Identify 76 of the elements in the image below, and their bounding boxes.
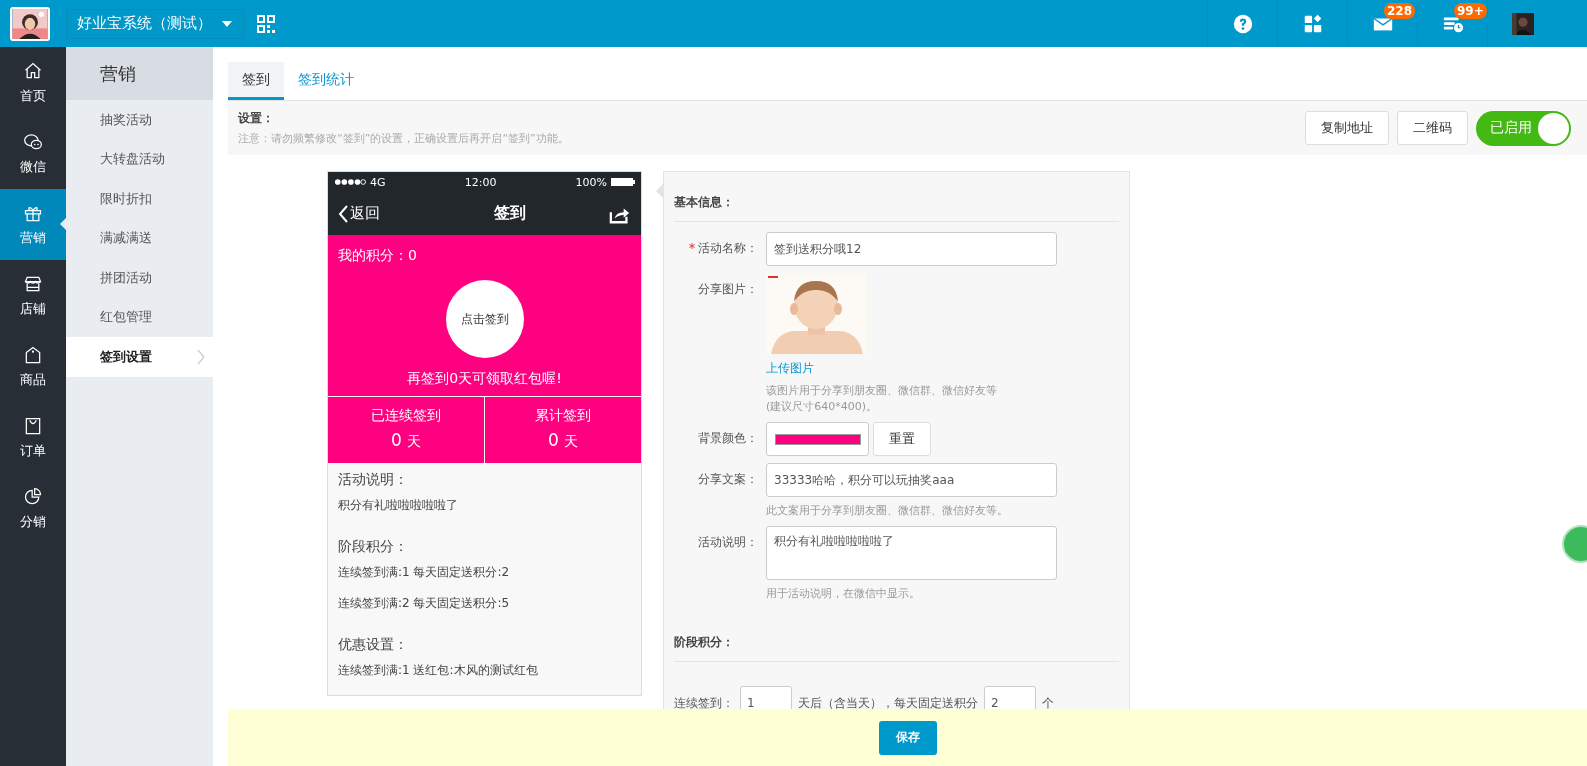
- tab[interactable]: 签到统计: [284, 62, 368, 100]
- nav-item[interactable]: 店铺: [0, 260, 66, 331]
- field-label: 活动名称：: [674, 232, 766, 266]
- field-label: 分享文案：: [697, 471, 759, 488]
- checkin-button[interactable]: 点击签到: [445, 280, 524, 358]
- submenu-item[interactable]: 签到设置: [66, 337, 213, 377]
- floating-button-icon[interactable]: [1561, 525, 1587, 563]
- page-title: 签到: [493, 203, 526, 224]
- section-title: 阶段积分：: [338, 538, 409, 556]
- tab[interactable]: 签到: [228, 62, 284, 100]
- signal-icon: [334, 178, 366, 186]
- battery-icon: [611, 178, 635, 186]
- help-text: 该图片用于分享到朋友圈、微信群、微信好友等: [766, 383, 997, 399]
- network-label: 4G: [370, 175, 386, 189]
- help-text: (建议尺寸640*400)。: [766, 399, 879, 415]
- nav-item[interactable]: 订单: [0, 402, 66, 473]
- help-icon[interactable]: [1231, 12, 1254, 35]
- points-label: 我的积分：0: [338, 247, 418, 265]
- field-label: 背景颜色：: [697, 430, 759, 447]
- settings-title: 设置：: [238, 110, 275, 127]
- submenu-title: 营销: [66, 47, 213, 100]
- submenu-item[interactable]: 满减满送: [66, 218, 213, 258]
- count-badge: 228: [1384, 3, 1416, 19]
- nav-item[interactable]: 营销: [0, 189, 66, 260]
- section-title: 活动说明：: [338, 471, 409, 489]
- section-heading: 基本信息：: [674, 180, 1119, 222]
- input-field[interactable]: 签到送积分哦12: [766, 232, 1057, 266]
- submenu-item[interactable]: 大转盘活动: [66, 139, 213, 179]
- caret-icon: [222, 20, 232, 27]
- stat-value: 0 天: [390, 430, 422, 451]
- promo-text: 再签到0天可领取红包喔!: [406, 370, 563, 388]
- section-text: 连续签到满:2 每天固定送积分:5: [338, 595, 511, 612]
- home-icon: [23, 60, 43, 81]
- nav-item[interactable]: 分销: [0, 473, 66, 544]
- section-heading: 阶段积分：: [674, 620, 1119, 662]
- section-text: 连续签到满:1 送红包:木风的测试红包: [338, 662, 539, 679]
- input-field[interactable]: 1: [740, 686, 792, 709]
- section-title: 优惠设置：: [338, 636, 409, 654]
- stat-label: 累计签到: [535, 407, 591, 425]
- system-name: 好业宝系统（测试）: [77, 14, 212, 33]
- field-label: 天后（含当天），每天固定送积分: [798, 694, 978, 709]
- color-picker[interactable]: [766, 422, 869, 456]
- text-area[interactable]: 积分有礼啦啦啦啦啦了: [766, 526, 1057, 580]
- field-label: 活动说明：: [697, 534, 759, 551]
- submenu-item[interactable]: 抽奖活动: [66, 100, 213, 140]
- field-label: 个: [1042, 694, 1054, 709]
- tag-icon: [23, 344, 43, 365]
- input-field[interactable]: 2: [984, 686, 1036, 709]
- field-label: 分享图片：: [697, 281, 759, 298]
- count-badge: 99+: [1454, 3, 1487, 19]
- section-text: 连续签到满:1 每天固定送积分:2: [338, 564, 511, 581]
- action-button[interactable]: 复制地址: [1305, 111, 1389, 145]
- reset-button[interactable]: 重置: [873, 422, 931, 456]
- stat-label: 已连续签到: [371, 407, 441, 425]
- chevron-icon: [197, 348, 205, 365]
- stat-value: 0 天: [547, 430, 579, 451]
- clock: 12:00: [464, 175, 497, 189]
- field-label: 连续签到：: [674, 694, 734, 709]
- back-button[interactable]: 返回: [338, 204, 380, 223]
- submenu-item[interactable]: 限时折扣: [66, 179, 213, 219]
- pie-chart-icon: [23, 486, 43, 507]
- submenu-item[interactable]: 拼团活动: [66, 258, 213, 298]
- nav-item[interactable]: 微信: [0, 118, 66, 189]
- help-text: 用于活动说明，在微信中显示。: [766, 586, 921, 602]
- nav-item[interactable]: 首页: [0, 47, 66, 118]
- help-text: 此文案用于分享到朋友圈、微信群、微信好友等。: [766, 503, 1009, 519]
- section-text: 积分有礼啦啦啦啦啦了: [338, 497, 459, 514]
- action-button[interactable]: 二维码: [1397, 111, 1468, 145]
- input-field[interactable]: 33333哈哈，积分可以玩抽奖aaa: [766, 463, 1057, 497]
- battery-percent: 100%: [575, 175, 607, 189]
- bag-icon: [23, 415, 43, 436]
- chat-icon: [23, 131, 43, 152]
- submenu-item[interactable]: 红包管理: [66, 297, 213, 337]
- qr-code-icon[interactable]: [257, 14, 275, 33]
- settings-note: 注意：请勿频繁修改“签到”的设置，正确设置后再开启“签到”功能。: [238, 131, 569, 146]
- nav-item[interactable]: 商品: [0, 331, 66, 402]
